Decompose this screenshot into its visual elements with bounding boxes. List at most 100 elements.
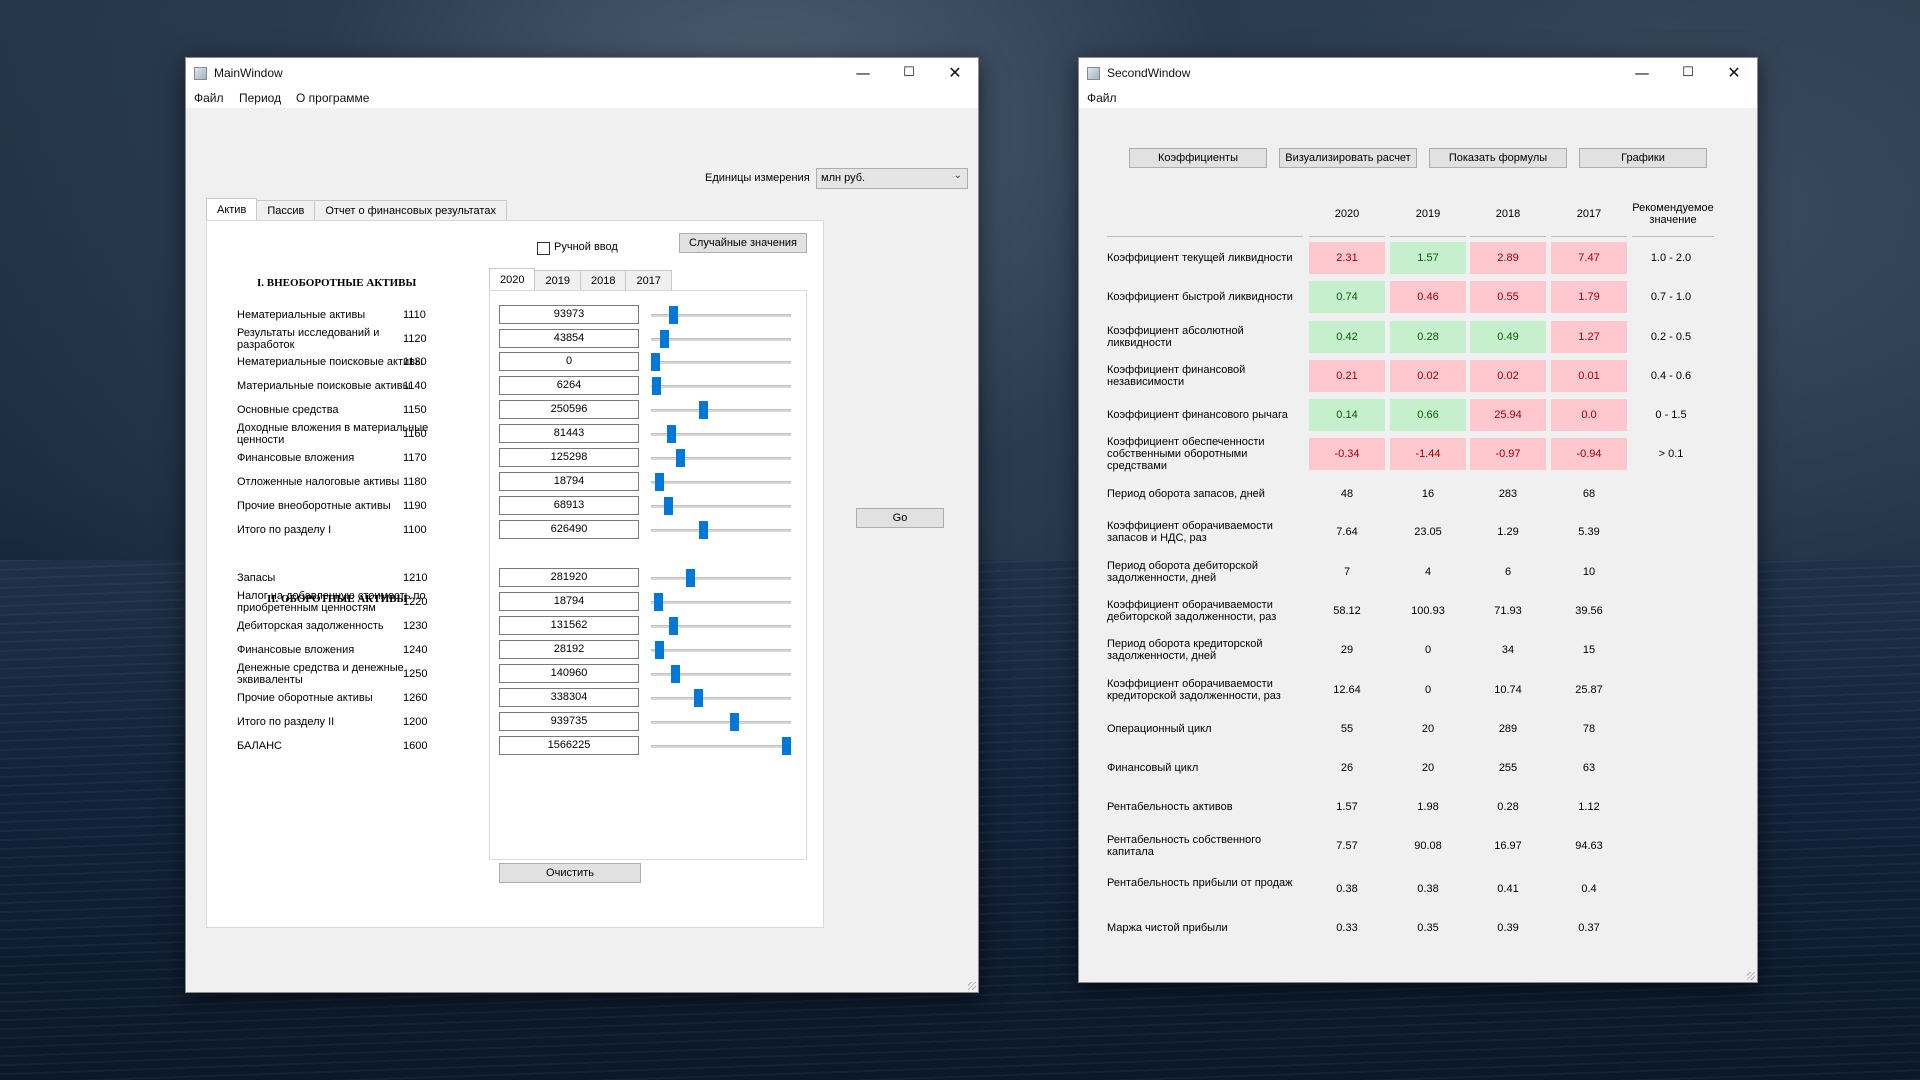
row-value-input[interactable]: 1566225	[499, 736, 639, 755]
row-slider-handle[interactable]	[676, 449, 685, 467]
coefficients-button[interactable]: Коэффициенты	[1129, 148, 1267, 168]
tab-year-2019[interactable]: 2019	[534, 270, 581, 290]
row-slider-track[interactable]	[651, 385, 791, 388]
charts-button[interactable]: Графики	[1579, 148, 1707, 168]
row-slider-track[interactable]	[651, 601, 791, 604]
row-slider-handle[interactable]	[655, 473, 664, 491]
row-value-input[interactable]: 626490	[499, 520, 639, 539]
row-value-input[interactable]: 6264	[499, 376, 639, 395]
coefficient-value: 0.66	[1390, 399, 1466, 431]
menu-period[interactable]: Период	[239, 91, 281, 105]
go-button[interactable]: Go	[856, 508, 944, 528]
manual-input-checkbox[interactable]	[537, 242, 550, 255]
row-code: 1100	[403, 524, 427, 536]
random-values-button[interactable]: Случайные значения	[679, 233, 807, 253]
row-slider-handle[interactable]	[655, 641, 664, 659]
tab-year-2020[interactable]: 2020	[489, 268, 536, 290]
coefficient-label: Коэффициент обеспеченности собственными …	[1107, 436, 1265, 472]
coefficient-value: 0.28	[1497, 801, 1519, 813]
menu-about[interactable]: О программе	[296, 91, 369, 105]
coefficient-label: Коэффициент быстрой ликвидности	[1107, 291, 1293, 303]
row-slider-track[interactable]	[651, 338, 791, 341]
coefficient-value: 0.33	[1336, 922, 1358, 934]
menu-file[interactable]: Файл	[194, 91, 224, 105]
coefficient-value: -0.34	[1309, 438, 1385, 470]
row-value-input[interactable]: 125298	[499, 448, 639, 467]
row-value-input[interactable]: 93973	[499, 305, 639, 324]
close-icon[interactable]: ✕	[932, 58, 978, 88]
row-slider-handle[interactable]	[667, 425, 676, 443]
row-slider-track[interactable]	[651, 697, 791, 700]
row-slider-handle[interactable]	[660, 330, 669, 348]
row-slider-handle[interactable]	[652, 377, 661, 395]
row-value-input[interactable]: 28192	[499, 640, 639, 659]
row-code: 1190	[403, 500, 427, 512]
assets-panel: Ручной ввод Случайные значения I. ВНЕОБО…	[206, 220, 824, 928]
coefficient-value: -0.97	[1470, 438, 1546, 470]
row-slider-track[interactable]	[651, 649, 791, 652]
row-value-input[interactable]: 0	[499, 352, 639, 371]
row-value-input[interactable]: 18794	[499, 472, 639, 491]
row-value-input[interactable]: 68913	[499, 496, 639, 515]
units-select[interactable]: млн руб. ⌄	[816, 168, 968, 189]
row-slider-track[interactable]	[651, 361, 791, 364]
menubar: Файл	[1079, 88, 1757, 108]
show-formulas-button[interactable]: Показать формулы	[1429, 148, 1567, 168]
row-value-input[interactable]: 250596	[499, 400, 639, 419]
resize-grip[interactable]	[968, 982, 976, 990]
tab-liabilities[interactable]: Пассив	[256, 200, 316, 220]
row-slider-handle[interactable]	[686, 569, 695, 587]
row-slider-track[interactable]	[651, 577, 791, 580]
row-value-input[interactable]: 18794	[499, 592, 639, 611]
row-slider-track[interactable]	[651, 529, 791, 532]
row-slider-track[interactable]	[651, 457, 791, 460]
close-icon[interactable]: ✕	[1711, 58, 1757, 88]
row-slider-track[interactable]	[651, 481, 791, 484]
row-slider-handle[interactable]	[669, 306, 678, 324]
app-icon	[1087, 67, 1100, 80]
row-slider-track[interactable]	[651, 409, 791, 412]
tab-year-2017[interactable]: 2017	[625, 270, 672, 290]
window-title: MainWindow	[214, 66, 283, 80]
coefficient-value: 39.56	[1575, 605, 1603, 617]
row-slider-handle[interactable]	[671, 665, 680, 683]
maximize-icon[interactable]: ☐	[886, 58, 932, 88]
minimize-icon[interactable]: —	[1619, 58, 1665, 88]
coefficient-value: 5.39	[1578, 526, 1600, 538]
row-slider-handle[interactable]	[699, 521, 708, 539]
visualize-button[interactable]: Визуализировать расчет	[1279, 148, 1417, 168]
tab-financial-results[interactable]: Отчет о финансовых результатах	[314, 200, 507, 220]
menu-file[interactable]: Файл	[1087, 91, 1117, 105]
row-slider-handle[interactable]	[654, 593, 663, 611]
row-value-input[interactable]: 140960	[499, 664, 639, 683]
clear-button[interactable]: Очистить	[499, 863, 641, 883]
coefficient-label: Коэффициент оборачиваемости дебиторской …	[1107, 599, 1277, 623]
row-slider-handle[interactable]	[664, 497, 673, 515]
row-value-input[interactable]: 939735	[499, 712, 639, 731]
tab-year-2018[interactable]: 2018	[579, 270, 627, 290]
row-value-input[interactable]: 281920	[499, 568, 639, 587]
row-slider-handle[interactable]	[694, 689, 703, 707]
row-slider-track[interactable]	[651, 721, 791, 724]
maximize-icon[interactable]: ☐	[1665, 58, 1711, 88]
tab-assets[interactable]: Актив	[206, 198, 258, 220]
row-slider-track[interactable]	[651, 745, 791, 748]
coefficient-value: 20	[1421, 762, 1435, 774]
recommended-value: > 0.1	[1658, 448, 1684, 460]
resize-grip[interactable]	[1747, 972, 1755, 980]
row-slider-handle[interactable]	[730, 713, 739, 731]
second-titlebar[interactable]: SecondWindow — ☐ ✕	[1079, 58, 1757, 88]
coefficient-value: 10	[1582, 566, 1596, 578]
row-slider-handle[interactable]	[782, 737, 791, 755]
row-value-input[interactable]: 43854	[499, 329, 639, 348]
row-value-input[interactable]: 131562	[499, 616, 639, 635]
row-slider-handle[interactable]	[651, 353, 660, 371]
column-header: 2017	[1576, 208, 1602, 220]
minimize-icon[interactable]: —	[840, 58, 886, 88]
row-value-input[interactable]: 338304	[499, 688, 639, 707]
row-slider-handle[interactable]	[669, 617, 678, 635]
main-titlebar[interactable]: MainWindow — ☐ ✕	[186, 58, 978, 88]
row-value-input[interactable]: 81443	[499, 424, 639, 443]
coefficient-value: 1.27	[1551, 321, 1627, 353]
row-slider-handle[interactable]	[699, 401, 708, 419]
